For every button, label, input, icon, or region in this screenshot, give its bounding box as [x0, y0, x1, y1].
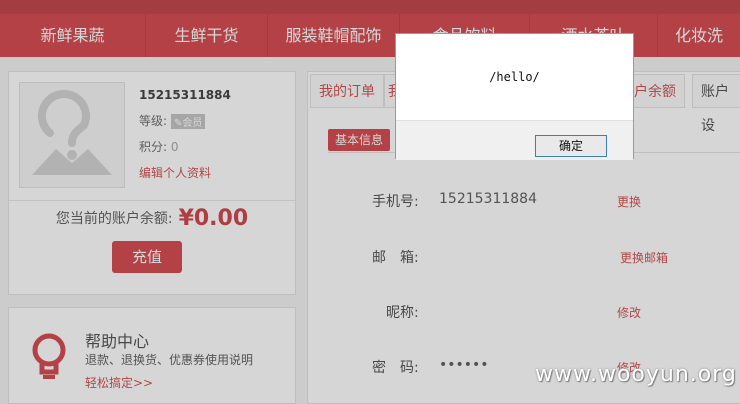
alert-footer: 确定 [396, 120, 633, 160]
ok-button[interactable]: 确定 [535, 135, 607, 157]
alert-message: /hello/ [489, 70, 540, 84]
watermark: www.wooyun.org [535, 362, 737, 387]
alert-dialog: /hello/ 确定 [395, 33, 634, 160]
